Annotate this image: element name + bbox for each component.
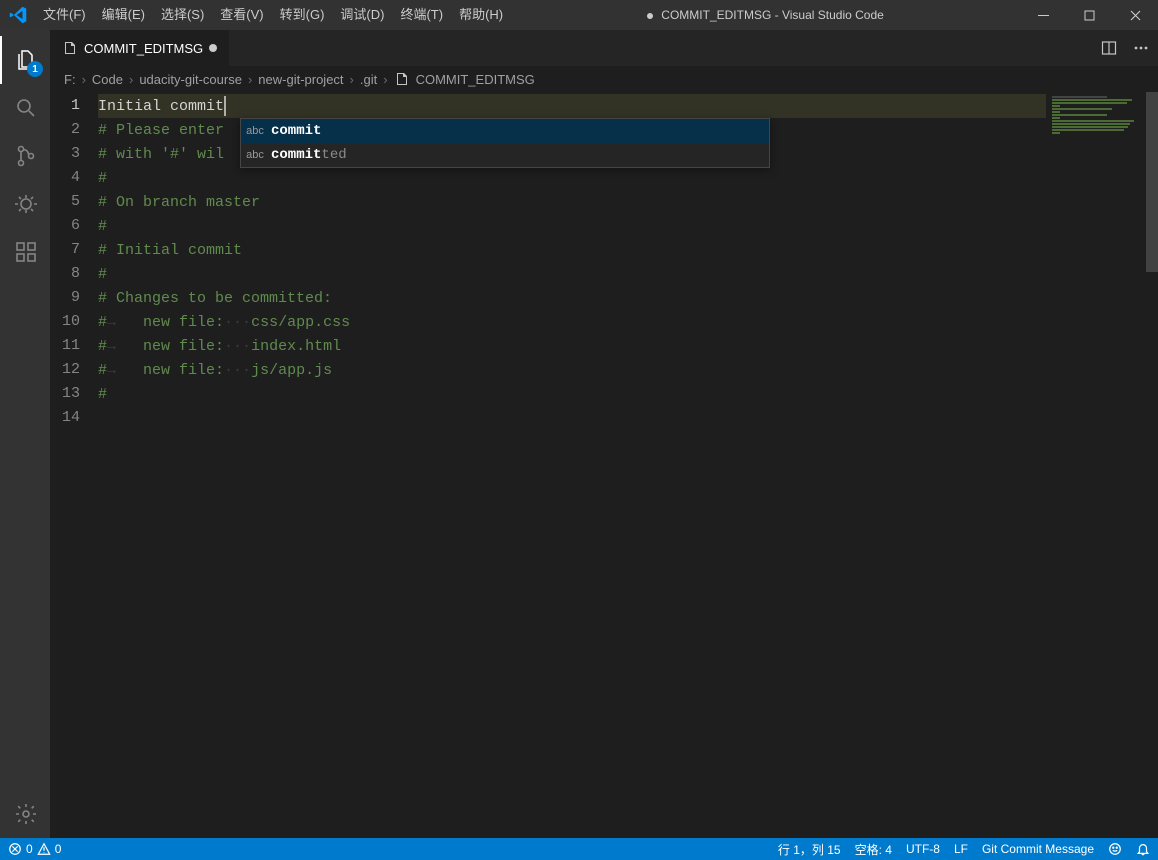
bell-icon	[1136, 842, 1150, 856]
menu-debug[interactable]: 调试(D)	[332, 0, 392, 30]
code-line: #	[98, 166, 1046, 190]
maximize-button[interactable]	[1066, 0, 1112, 30]
code-line: Initial commit	[98, 94, 1046, 118]
intellisense-popup[interactable]: abc commit abc committed	[240, 118, 770, 168]
line-number: 1	[50, 94, 80, 118]
line-number: 11	[50, 334, 80, 358]
minimap[interactable]	[1046, 92, 1146, 838]
menu-view[interactable]: 查看(V)	[212, 0, 271, 30]
breadcrumb-folder[interactable]: udacity-git-course	[139, 72, 242, 87]
search-view-button[interactable]	[0, 84, 50, 132]
code-line: # Changes to be committed:	[98, 286, 1046, 310]
chevron-right-icon: ›	[383, 72, 387, 87]
breadcrumb-folder[interactable]: new-git-project	[258, 72, 343, 87]
code-line: #	[98, 382, 1046, 406]
menu-edit[interactable]: 编辑(E)	[94, 0, 153, 30]
status-problems[interactable]: 0 0	[8, 842, 61, 856]
editor-actions	[1092, 30, 1158, 66]
breadcrumbs[interactable]: F: › Code › udacity-git-course › new-git…	[50, 66, 1158, 92]
dirty-indicator-icon	[647, 13, 653, 19]
code-line: #	[98, 214, 1046, 238]
breadcrumb-file[interactable]: COMMIT_EDITMSG	[416, 72, 535, 87]
breadcrumb-folder[interactable]: Code	[92, 72, 123, 87]
code-line: #→ new file:···js/app.js	[98, 358, 1046, 382]
line-number: 10	[50, 310, 80, 334]
chevron-right-icon: ›	[129, 72, 133, 87]
line-number: 7	[50, 238, 80, 262]
code-line: #	[98, 262, 1046, 286]
warning-icon	[37, 842, 51, 856]
code-line: # Initial commit	[98, 238, 1046, 262]
explorer-badge: 1	[27, 61, 43, 77]
status-eol[interactable]: LF	[954, 842, 968, 856]
breadcrumb-drive[interactable]: F:	[64, 72, 76, 87]
activity-bar: 1	[0, 30, 50, 838]
scm-view-button[interactable]	[0, 132, 50, 180]
status-encoding[interactable]: UTF-8	[906, 842, 940, 856]
tab-bar: COMMIT_EDITMSG	[50, 30, 1158, 66]
line-number: 5	[50, 190, 80, 214]
menu-selection[interactable]: 选择(S)	[153, 0, 212, 30]
settings-gear-button[interactable]	[0, 790, 50, 838]
menu-go[interactable]: 转到(G)	[272, 0, 333, 30]
line-number: 13	[50, 382, 80, 406]
suggestion-item[interactable]: abc commit	[241, 119, 769, 143]
code-line: # On branch master	[98, 190, 1046, 214]
smiley-icon	[1108, 842, 1122, 856]
line-number: 2	[50, 118, 80, 142]
minimize-button[interactable]	[1020, 0, 1066, 30]
line-number: 8	[50, 262, 80, 286]
status-bar: 0 0 行 1，列 15 空格: 4 UTF-8 LF Git Commit M…	[0, 838, 1158, 860]
breadcrumb-folder[interactable]: .git	[360, 72, 377, 87]
error-icon	[8, 842, 22, 856]
menu-help[interactable]: 帮助(H)	[451, 0, 511, 30]
chevron-right-icon: ›	[248, 72, 252, 87]
tab-label: COMMIT_EDITMSG	[84, 41, 203, 56]
line-number: 6	[50, 214, 80, 238]
extensions-view-button[interactable]	[0, 228, 50, 276]
window-controls	[1020, 0, 1158, 30]
file-icon	[62, 40, 78, 56]
line-number: 12	[50, 358, 80, 382]
menu-bar: 文件(F) 编辑(E) 选择(S) 查看(V) 转到(G) 调试(D) 终端(T…	[35, 0, 511, 30]
menu-file[interactable]: 文件(F)	[35, 0, 94, 30]
vscode-logo	[0, 6, 35, 24]
code-line: #→ new file:···css/app.css	[98, 310, 1046, 334]
line-number: 14	[50, 406, 80, 430]
suggestion-kind-icon: abc	[245, 125, 265, 137]
status-indentation[interactable]: 空格: 4	[855, 841, 892, 858]
line-number: 9	[50, 286, 80, 310]
status-feedback-button[interactable]	[1108, 842, 1122, 856]
close-button[interactable]	[1112, 0, 1158, 30]
titlebar: 文件(F) 编辑(E) 选择(S) 查看(V) 转到(G) 调试(D) 终端(T…	[0, 0, 1158, 30]
gutter: 1 2 3 4 5 6 7 8 9 10 11 12 13 14	[50, 92, 98, 838]
debug-view-button[interactable]	[0, 180, 50, 228]
suggestion-item[interactable]: abc committed	[241, 143, 769, 167]
file-icon	[394, 71, 410, 87]
editor-area: COMMIT_EDITMSG F: › Code › udacity-git-c…	[50, 30, 1158, 838]
chevron-right-icon: ›	[350, 72, 354, 87]
tab-commit-editmsg[interactable]: COMMIT_EDITMSG	[50, 30, 230, 66]
code-line: #→ new file:···index.html	[98, 334, 1046, 358]
status-language-mode[interactable]: Git Commit Message	[982, 842, 1094, 856]
code-content[interactable]: Initial commit # Please enter # with '#'…	[98, 92, 1046, 838]
menu-terminal[interactable]: 终端(T)	[392, 0, 451, 30]
status-cursor-position[interactable]: 行 1，列 15	[778, 841, 841, 858]
window-title: COMMIT_EDITMSG - Visual Studio Code	[511, 8, 1020, 22]
split-editor-button[interactable]	[1098, 37, 1120, 59]
explorer-view-button[interactable]: 1	[0, 36, 50, 84]
code-line	[98, 406, 1046, 430]
tab-dirty-indicator-icon	[209, 44, 217, 52]
more-actions-button[interactable]	[1130, 37, 1152, 59]
suggestion-kind-icon: abc	[245, 149, 265, 161]
line-number: 3	[50, 142, 80, 166]
chevron-right-icon: ›	[82, 72, 86, 87]
line-number: 4	[50, 166, 80, 190]
scrollbar-thumb[interactable]	[1146, 92, 1158, 272]
text-cursor	[224, 96, 226, 116]
status-notifications-button[interactable]	[1136, 842, 1150, 856]
editor[interactable]: 1 2 3 4 5 6 7 8 9 10 11 12 13 14 Initial…	[50, 92, 1158, 838]
vertical-scrollbar[interactable]	[1146, 92, 1158, 838]
